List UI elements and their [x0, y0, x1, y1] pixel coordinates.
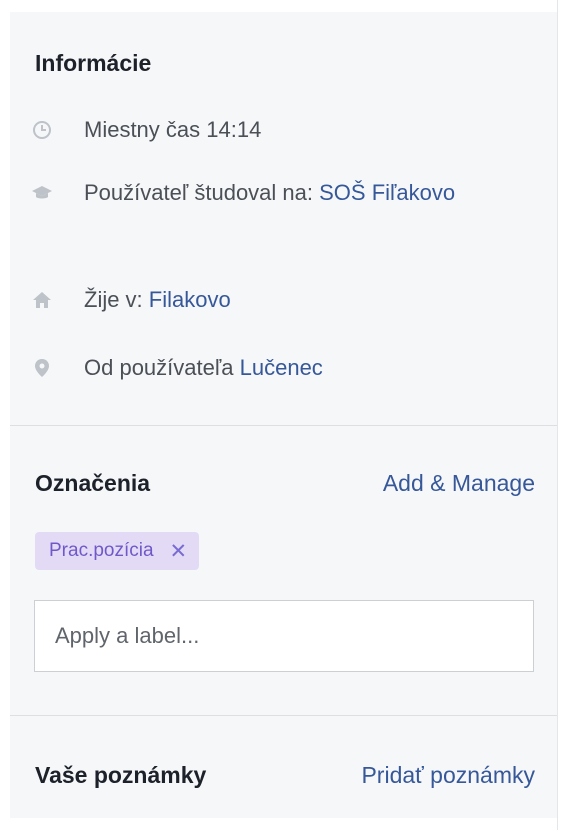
lives-in-label: Žije v:	[84, 287, 149, 312]
local-time-text: Miestny čas 14:14	[84, 117, 262, 142]
location-pin-icon	[30, 356, 54, 380]
remove-label-icon[interactable]: ✕	[170, 539, 188, 564]
info-section-title: Informácie	[35, 50, 152, 76]
education-label: Používateľ študoval na:	[84, 180, 320, 205]
hometown-text: Od používateľa Lučenec	[84, 352, 537, 384]
add-notes-link[interactable]: Pridať poznámky	[361, 762, 535, 789]
panel-right-border	[557, 0, 558, 830]
label-tag[interactable]: Prac.pozícia ✕	[35, 532, 200, 570]
section-divider	[10, 425, 557, 426]
education-text: Používateľ študoval na: SOŠ Fiľakovo	[84, 177, 474, 209]
graduation-cap-icon	[30, 181, 54, 205]
hometown-label: Od používateľa	[84, 355, 240, 380]
section-divider	[10, 715, 557, 716]
info-row-local-time: Miestny čas 14:14	[30, 114, 537, 146]
apply-label-input[interactable]	[34, 600, 534, 672]
lives-in-link[interactable]: Filakovo	[149, 287, 231, 312]
hometown-link[interactable]: Lučenec	[240, 355, 323, 380]
label-tag-text: Prac.pozícia	[49, 540, 154, 561]
info-row-hometown: Od používateľa Lučenec	[30, 352, 537, 384]
labels-section-title: Označenia	[35, 470, 151, 496]
lives-in-text: Žije v: Filakovo	[84, 284, 537, 316]
home-icon	[30, 288, 54, 312]
notes-section-title: Vaše poznámky	[35, 762, 207, 788]
info-row-lives-in: Žije v: Filakovo	[30, 284, 537, 316]
add-manage-labels-link[interactable]: Add & Manage	[383, 470, 535, 497]
clock-icon	[30, 118, 54, 142]
customer-info-panel: Informácie Miestny čas 14:14 Používateľ …	[10, 12, 557, 818]
info-row-education: Používateľ študoval na: SOŠ Fiľakovo	[30, 177, 537, 209]
education-school-link[interactable]: SOŠ Fiľakovo	[319, 180, 455, 205]
